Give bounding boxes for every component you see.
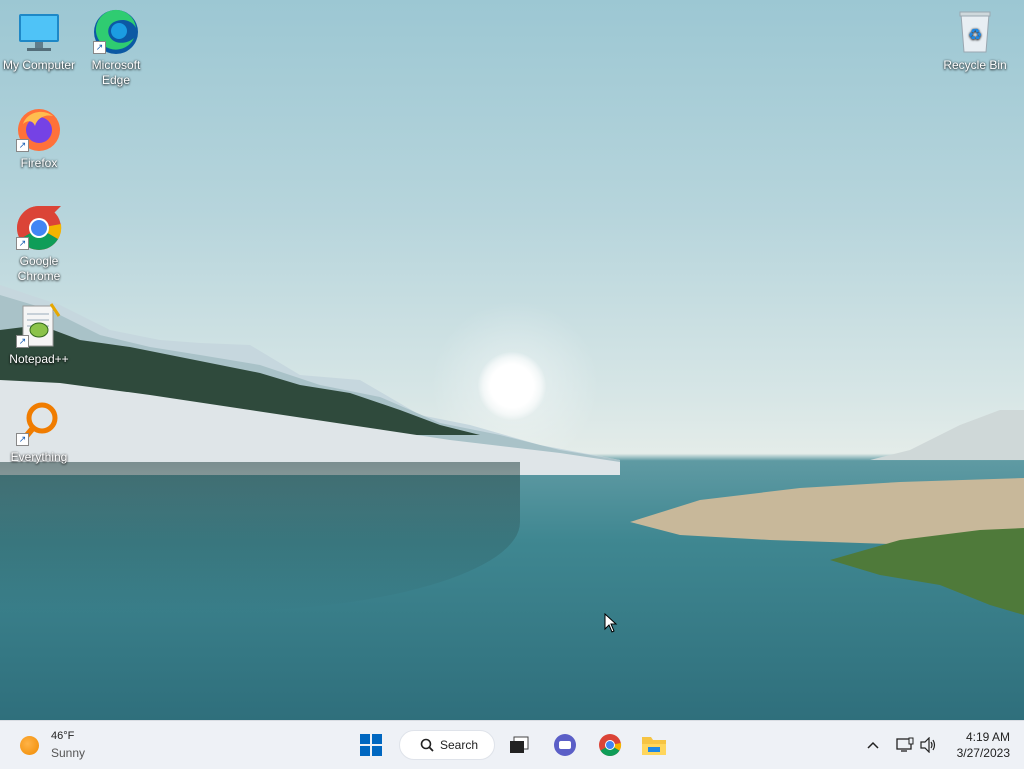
desktop-icon-label: Notepad++	[9, 352, 69, 366]
taskbar-file-explorer-button[interactable]	[638, 729, 670, 761]
chrome-icon: ↗	[15, 204, 63, 252]
network-icon	[896, 737, 914, 752]
desktop-icon-everything[interactable]: ↗ Everything	[0, 400, 78, 465]
chevron-up-icon	[867, 741, 879, 749]
desktop-icon-my-computer[interactable]: My Computer	[0, 8, 78, 73]
recycle-bin-icon: ♻	[951, 8, 999, 56]
task-view-icon	[510, 736, 529, 753]
monitor-icon	[15, 8, 63, 56]
clock-date: 3/27/2023	[956, 746, 1010, 760]
volume-button[interactable]	[913, 729, 945, 761]
weather-condition: Sunny	[51, 746, 86, 760]
notepad-plus-plus-icon: ↗	[15, 302, 63, 350]
shortcut-arrow-icon: ↗	[93, 41, 106, 54]
water-reflection	[0, 462, 520, 612]
weather-temperature: 46°F	[51, 730, 75, 742]
sunny-icon	[20, 736, 39, 755]
shortcut-arrow-icon: ↗	[16, 139, 29, 152]
right-shore	[630, 410, 1024, 615]
windows-logo-icon	[360, 734, 382, 756]
clock-time: 4:19 AM	[965, 730, 1010, 744]
shortcut-arrow-icon: ↗	[16, 335, 29, 348]
start-button[interactable]	[355, 729, 387, 761]
desktop-icon-label: My Computer	[2, 58, 76, 72]
speaker-icon	[920, 737, 936, 753]
desktop-icon-label: Microsoft Edge	[91, 58, 141, 87]
firefox-icon: ↗	[15, 106, 63, 154]
svg-text:♻: ♻	[968, 25, 982, 44]
desktop-icon-recycle-bin[interactable]: ♻ Recycle Bin	[936, 8, 1014, 73]
mouse-pointer-icon	[604, 613, 618, 633]
shortcut-arrow-icon: ↗	[16, 433, 29, 446]
desktop-icon-google-chrome[interactable]: ↗ Google Chrome	[0, 204, 78, 284]
desktop-wallpaper: My Computer ↗ Microsoft Edge ↗ Firefox ↗…	[0, 0, 1024, 720]
teams-chat-icon	[554, 734, 576, 756]
desktop-icon-microsoft-edge[interactable]: ↗ Microsoft Edge	[77, 8, 155, 88]
task-view-button[interactable]	[503, 729, 535, 761]
folder-icon	[642, 737, 666, 755]
taskbar-search-button[interactable]: Search	[399, 730, 495, 760]
clock[interactable]: 4:19 AM 3/27/2023	[957, 729, 1010, 761]
search-label: Search	[440, 738, 479, 752]
desktop-icon-firefox[interactable]: ↗ Firefox	[0, 106, 78, 171]
shortcut-arrow-icon: ↗	[16, 237, 29, 250]
magnifier-icon: ↗	[15, 400, 63, 448]
chrome-icon	[599, 734, 622, 756]
desktop-icon-label: Google Chrome	[17, 254, 61, 283]
desktop-icon-label: Everything	[10, 450, 68, 464]
desktop-icon-notepad-plus-plus[interactable]: ↗ Notepad++	[0, 302, 78, 367]
search-icon	[420, 738, 434, 752]
taskbar-chrome-button[interactable]	[594, 729, 626, 761]
show-hidden-icons-button[interactable]	[857, 729, 889, 761]
chat-button[interactable]	[549, 729, 581, 761]
desktop-icon-label: Recycle Bin	[943, 58, 1007, 72]
left-hills	[0, 285, 620, 475]
edge-icon: ↗	[92, 8, 140, 56]
taskbar: 46°F Sunny Search 4:19 AM 3/27/2023	[0, 720, 1024, 769]
desktop-icon-label: Firefox	[20, 156, 58, 170]
